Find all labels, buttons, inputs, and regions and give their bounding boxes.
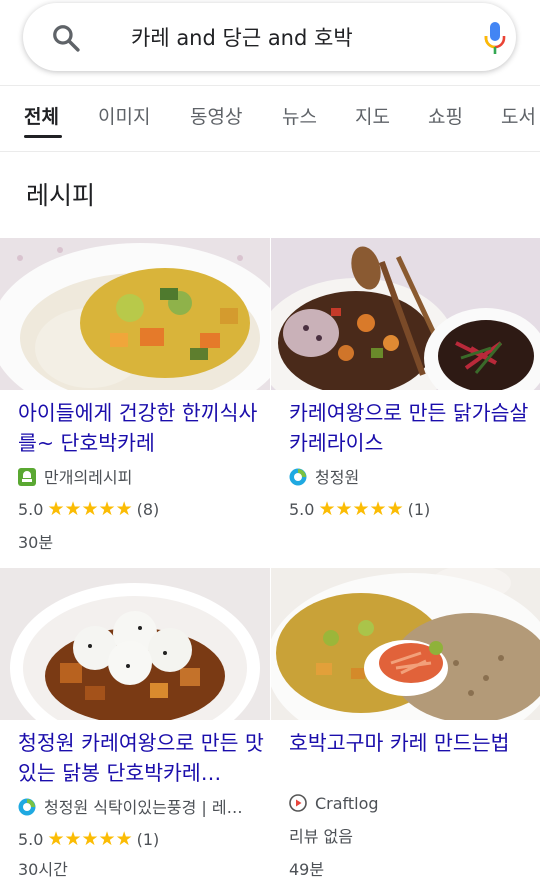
active-tab-indicator [24, 135, 62, 138]
tab-books[interactable]: 도서 [501, 102, 536, 129]
star-rating-icon: ★★★★★ [47, 498, 133, 520]
recipe-source: 만개의레시피 [18, 464, 132, 488]
tab-images[interactable]: 이미지 [98, 102, 150, 129]
recipe-site-icon [18, 468, 36, 486]
recipe-source-name: 청정원 [315, 468, 360, 487]
tab-maps[interactable]: 지도 [355, 102, 390, 129]
section-title-recipes: 레시피 [26, 181, 96, 210]
recipe-rating: 5.0 ★★★★★ (1) [18, 828, 159, 850]
star-rating-icon: ★★★★★ [318, 498, 404, 520]
search-tabs: 전체 이미지 동영상 뉴스 지도 쇼핑 도서 [0, 86, 540, 152]
review-status: 리뷰 없음 [289, 827, 353, 846]
play-circle-icon [289, 794, 307, 812]
recipe-title[interactable]: 카레여왕으로 만든 닭가슴살 카레라이스 [289, 398, 540, 458]
tab-news[interactable]: 뉴스 [282, 102, 317, 129]
star-rating-icon: ★★★★★ [47, 828, 133, 850]
review-count: (8) [136, 500, 160, 519]
recipe-source-name: 만개의레시피 [44, 468, 133, 487]
recipe-source: 청정원 [289, 464, 359, 488]
recipe-source-name: 청정원 식탁이있는풍경 | 레… [44, 798, 243, 817]
recipe-cook-time: 30시간 [18, 860, 68, 879]
recipe-title[interactable]: 호박고구마 카레 만드는법 [289, 728, 540, 758]
review-count: (1) [407, 500, 431, 519]
recipe-card[interactable]: 아이들에게 건강한 한끼식사를~ 단호박카레 만개의레시피 5.0 ★★★★★ (8… [0, 238, 270, 568]
review-count: (1) [136, 830, 160, 849]
rating-value: 5.0 [289, 500, 315, 519]
recipe-thumbnail[interactable] [0, 238, 270, 390]
brand-circle-icon [18, 798, 36, 816]
top-search-bar: 카레 and 당근 and 호박 [0, 0, 540, 86]
tab-all[interactable]: 전체 [24, 102, 59, 129]
rating-value: 5.0 [18, 500, 44, 519]
recipe-title[interactable]: 아이들에게 건강한 한끼식사를~ 단호박카레 [18, 398, 270, 458]
tab-shopping[interactable]: 쇼핑 [428, 102, 463, 129]
rating-value: 5.0 [18, 830, 44, 849]
search-icon[interactable] [51, 23, 81, 53]
recipe-source-name: Craftlog [315, 794, 379, 813]
search-query-text[interactable]: 카레 and 당근 and 호박 [131, 22, 353, 52]
recipe-title[interactable]: 청정원 카레여왕으로 만든 맛있는 닭봉 단호박카레… [18, 728, 270, 788]
recipe-thumbnail[interactable] [271, 238, 540, 390]
recipe-thumbnail[interactable] [0, 568, 270, 720]
recipe-rating: 5.0 ★★★★★ (8) [18, 498, 159, 520]
mic-icon[interactable] [482, 20, 508, 56]
recipe-thumbnail[interactable] [271, 568, 540, 720]
brand-circle-icon [289, 468, 307, 486]
recipe-source: 청정원 식탁이있는풍경 | 레… [18, 794, 243, 818]
recipe-rating: 5.0 ★★★★★ (1) [289, 498, 430, 520]
recipe-card[interactable]: 호박고구마 카레 만드는법 Craftlog 리뷰 없음 49분 [271, 568, 540, 896]
recipe-card[interactable]: 청정원 카레여왕으로 만든 맛있는 닭봉 단호박카레… 청정원 식탁이있는풍경 … [0, 568, 270, 896]
recipe-cook-time: 30분 [18, 533, 54, 552]
tab-videos[interactable]: 동영상 [190, 102, 242, 129]
search-box[interactable]: 카레 and 당근 and 호박 [23, 3, 516, 71]
recipe-source: Craftlog [289, 794, 379, 813]
recipe-card[interactable]: 카레여왕으로 만든 닭가슴살 카레라이스 청정원 5.0 ★★★★★ (1) [271, 238, 540, 568]
recipe-cook-time: 49분 [289, 860, 325, 879]
